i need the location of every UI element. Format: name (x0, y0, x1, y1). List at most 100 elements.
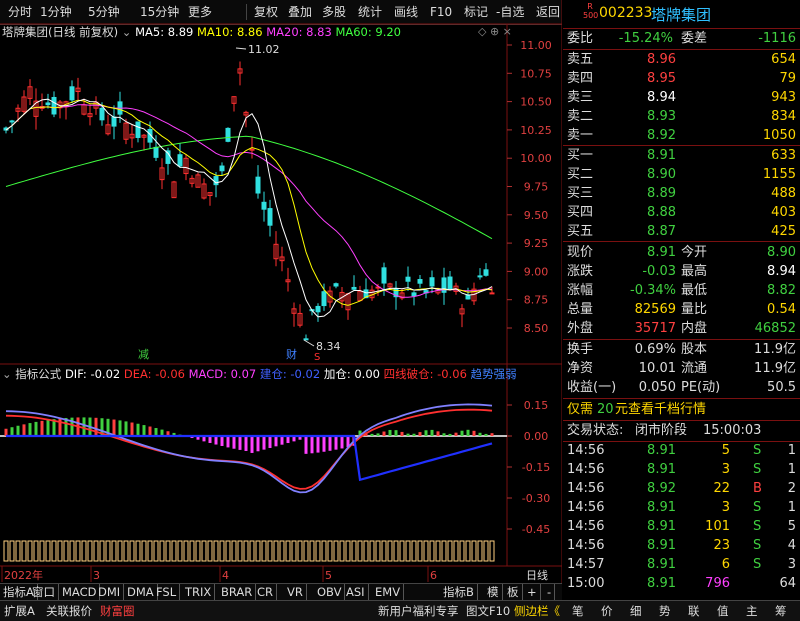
fund-value: 0.69% (634, 342, 676, 357)
chart-controls-icon[interactable]: ◇ ⊕ × (478, 25, 512, 38)
vol-bar (99, 540, 105, 562)
high-pointer (235, 47, 247, 50)
sell-level-label: 卖五 (567, 52, 594, 67)
quote-tab-4[interactable]: 联 (688, 602, 700, 620)
quote-tab-3[interactable]: 势 (659, 602, 671, 620)
indicator-tab-5[interactable]: FSL (153, 584, 181, 600)
date-label: 4 (222, 569, 229, 582)
expand-button[interactable]: 扩展A (4, 602, 35, 620)
buy-volume: 488 (771, 186, 796, 201)
add-label: 加仓: 0.00 (323, 367, 380, 381)
date-label: 2022年 (4, 568, 43, 582)
price-tick-label: 8.50 (524, 322, 549, 335)
quote-tab-0[interactable]: 笔 (572, 602, 584, 620)
indicator-tab-11[interactable]: ASI (343, 584, 369, 600)
vol-bar (87, 540, 93, 562)
vol-bar (27, 540, 33, 562)
candle-body (45, 102, 51, 106)
dropdown-icon[interactable]: ⌄ (2, 367, 12, 381)
bid-ratio-value: -15.24% (618, 31, 673, 46)
stat-value: 46852 (754, 321, 796, 336)
vol-bar (111, 540, 117, 562)
indicator-right-1[interactable]: 模 (484, 584, 503, 600)
candle-body (465, 294, 471, 300)
ma20-line (5, 104, 493, 298)
candle-body (267, 208, 273, 226)
sell-volume: 79 (779, 71, 796, 86)
vol-bar (51, 540, 57, 562)
stat-label: 内盘 (681, 321, 708, 336)
buy-volume: 425 (771, 224, 796, 239)
vol-bar (81, 540, 87, 562)
vol-bar (117, 540, 123, 562)
indicator-tab-8[interactable]: CR (254, 584, 278, 600)
vol-bar (393, 540, 399, 562)
indicator-right-2[interactable]: 板 (504, 584, 523, 600)
tick-flag: S (753, 519, 762, 534)
ma5-label: MA5: 8.89 (135, 25, 194, 39)
buy-level-label: 买二 (567, 167, 594, 182)
stat-row: 现价 8.91 今开 8.90 (563, 244, 800, 262)
vol-bar (429, 540, 435, 562)
tick-time: 14:56 (567, 538, 605, 553)
related-quotes-button[interactable]: 关联报价 (46, 602, 92, 620)
quote-tab-5[interactable]: 值 (717, 602, 729, 620)
sidebar-toggle[interactable]: 侧边栏《 (514, 602, 560, 620)
candle-body (213, 176, 219, 186)
indicator-tab-1[interactable]: 窗口 (29, 584, 59, 600)
vol-bar (123, 540, 129, 562)
indicator-tab-10[interactable]: OBV (314, 584, 346, 600)
vol-bar (315, 540, 321, 562)
vol-bar (57, 540, 63, 562)
indicator-right-4[interactable]: - (544, 584, 556, 600)
buy-row: 买五 8.87 425 (563, 223, 800, 241)
indicator-tab-6[interactable]: TRIX (182, 584, 216, 600)
chart-mode: (日线 前复权) (48, 25, 119, 39)
quote-tab-2[interactable]: 细 (630, 602, 642, 620)
stat-row: 涨幅 -0.34% 最低 8.82 (563, 282, 800, 300)
dropdown-icon[interactable]: ⌄ (122, 25, 132, 39)
vol-bar (435, 540, 441, 562)
tick-time: 14:56 (567, 519, 605, 534)
quote-tab-1[interactable]: 价 (601, 602, 613, 620)
tick-flag: S (753, 500, 762, 515)
indicator-tab-7[interactable]: BRAR (218, 584, 257, 600)
tick-price: 8.91 (647, 576, 676, 591)
quote-tab-7[interactable]: 筹 (775, 602, 787, 620)
date-label: 3 (93, 569, 100, 582)
sell-row: 卖二 8.93 834 (563, 108, 800, 126)
stat-row: 涨跌 -0.03 最高 8.94 (563, 263, 800, 281)
kline-chart[interactable]: 11.00 10.75 10.50 10.25 10.00 9.75 9.50 9.25 9.0… (0, 0, 562, 583)
stat-value: 0.54 (767, 302, 796, 317)
vol-bar (447, 540, 453, 562)
vol-bar (339, 540, 345, 562)
tick-volume: 22 (713, 481, 730, 496)
vol-bar (243, 540, 249, 562)
vol-bar (357, 540, 363, 562)
indicator-right-3[interactable]: + (524, 584, 541, 600)
fund-value: 0.050 (638, 380, 676, 395)
candle-body (9, 120, 15, 123)
trade-status-label: 交易状态: (567, 423, 624, 438)
buy-price: 8.91 (647, 148, 676, 163)
tick-row: 14:56 8.92 22 B 2 (563, 480, 800, 498)
new-user-link[interactable]: 新用户福利专享 (378, 602, 459, 620)
stat-label: 今开 (681, 245, 708, 260)
indicator-tab-9[interactable]: VR (284, 584, 307, 600)
vol-bar (261, 540, 267, 562)
tick-volume: 101 (705, 519, 730, 534)
vol-bar (201, 540, 207, 562)
indicator-tab-3[interactable]: DMI (95, 584, 125, 600)
indicator-right-0[interactable]: 指标B (440, 584, 478, 600)
quote-tab-6[interactable]: 主 (746, 602, 758, 620)
wealth-circle-button[interactable]: 财富圈 (100, 602, 135, 620)
tick-time: 14:56 (567, 500, 605, 515)
stat-value: -0.03 (642, 264, 676, 279)
kline-header: 塔牌集团(日线 前复权) ⌄ MA5: 8.89 MA10: 8.86 MA20… (2, 24, 401, 40)
indicator-tab-12[interactable]: EMV (372, 584, 405, 600)
candle-body (99, 107, 105, 121)
sell-volume: 834 (771, 109, 796, 124)
tick-flag: B (753, 481, 762, 496)
f10-graphic-button[interactable]: 图文F10 (466, 602, 510, 620)
indicator-tabs: 指标A 窗口 MACD DMI DMA FSL TRIX BRAR CR VR OBV ASI EMV 指… (0, 583, 562, 601)
